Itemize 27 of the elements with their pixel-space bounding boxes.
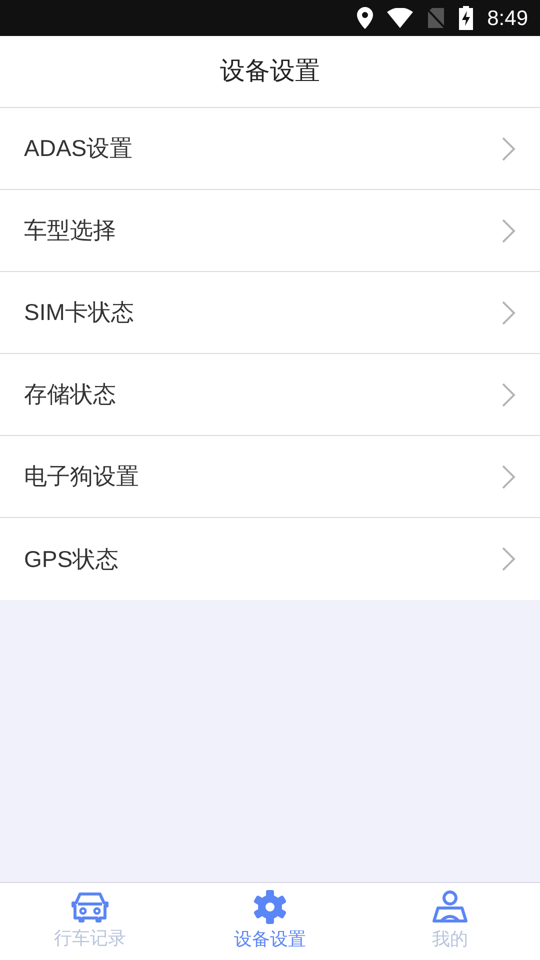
chevron-right-icon bbox=[502, 136, 516, 160]
location-icon bbox=[357, 7, 374, 29]
settings-row[interactable]: ADAS设置 bbox=[0, 108, 540, 190]
chevron-right-icon bbox=[502, 464, 516, 488]
settings-label: ADAS设置 bbox=[24, 134, 133, 164]
wifi-icon bbox=[387, 8, 414, 28]
page-title: 设备设置 bbox=[220, 56, 320, 87]
settings-label: 电子狗设置 bbox=[24, 462, 139, 492]
settings-label: 车型选择 bbox=[24, 216, 116, 246]
settings-row[interactable]: SIM卡状态 bbox=[0, 272, 540, 354]
settings-row[interactable]: 存储状态 bbox=[0, 354, 540, 436]
settings-label: 存储状态 bbox=[24, 380, 116, 410]
settings-row[interactable]: GPS状态 bbox=[0, 518, 540, 600]
car-icon bbox=[71, 891, 109, 923]
settings-label: GPS状态 bbox=[24, 544, 119, 574]
driver-icon bbox=[432, 890, 468, 924]
chevron-right-icon bbox=[502, 547, 516, 571]
battery-charging-icon bbox=[459, 6, 474, 30]
settings-row[interactable]: 电子狗设置 bbox=[0, 436, 540, 518]
settings-icon bbox=[253, 890, 287, 924]
chevron-right-icon bbox=[502, 382, 516, 406]
clock: 8:49 bbox=[487, 8, 528, 28]
settings-label: SIM卡状态 bbox=[24, 298, 134, 328]
chevron-right-icon bbox=[502, 218, 516, 242]
chevron-right-icon bbox=[502, 300, 516, 324]
no-sim-icon bbox=[427, 7, 446, 29]
settings-row[interactable]: 车型选择 bbox=[0, 190, 540, 272]
